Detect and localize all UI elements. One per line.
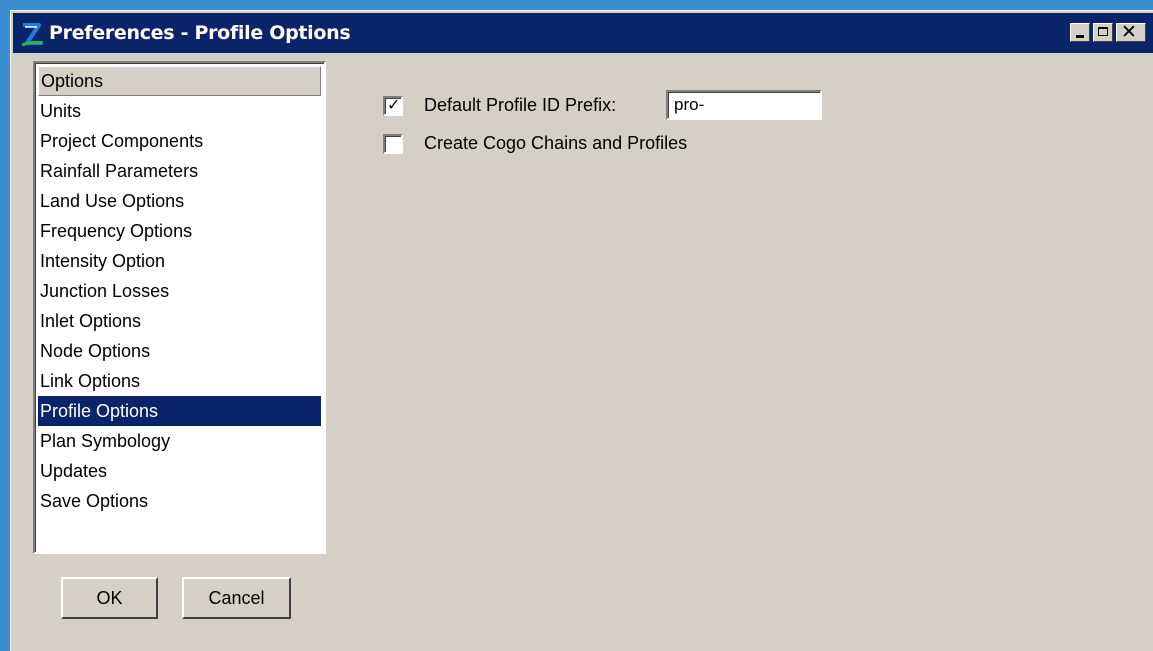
- default-prefix-label: Default Profile ID Prefix:: [424, 95, 617, 115]
- options-listbox[interactable]: Options Units Project Components Rainfall …: [33, 61, 326, 554]
- list-item-save-options[interactable]: Save Options: [38, 486, 321, 516]
- ok-button[interactable]: OK: [61, 577, 158, 619]
- list-item-link-options[interactable]: Link Options: [38, 366, 321, 396]
- create-cogo-checkbox[interactable]: [383, 134, 403, 154]
- list-item-units[interactable]: Units: [38, 96, 321, 126]
- list-item-plan-symbology[interactable]: Plan Symbology: [38, 426, 321, 456]
- list-item-frequency-options[interactable]: Frequency Options: [38, 216, 321, 246]
- preferences-window: Preferences - Profile Options ✕ Options …: [10, 10, 1153, 651]
- options-list-header[interactable]: Options: [38, 66, 321, 96]
- maximize-icon: [1098, 27, 1108, 36]
- minimize-icon: [1076, 35, 1084, 38]
- cancel-button[interactable]: Cancel: [182, 577, 291, 619]
- list-item-rainfall-parameters[interactable]: Rainfall Parameters: [38, 156, 321, 186]
- close-button[interactable]: ✕: [1116, 21, 1146, 43]
- list-item-intensity-option[interactable]: Intensity Option: [38, 246, 321, 276]
- list-item-junction-losses[interactable]: Junction Losses: [38, 276, 321, 306]
- list-item-project-components[interactable]: Project Components: [38, 126, 321, 156]
- default-prefix-checkbox[interactable]: ✓: [383, 95, 403, 116]
- list-item-inlet-options[interactable]: Inlet Options: [38, 306, 321, 336]
- create-cogo-label: Create Cogo Chains and Profiles: [424, 133, 688, 153]
- list-item-updates[interactable]: Updates: [38, 456, 321, 486]
- checkmark-icon: ✓: [387, 95, 401, 114]
- list-item-node-options[interactable]: Node Options: [38, 336, 321, 366]
- minimize-button[interactable]: [1070, 23, 1090, 42]
- app-logo-icon: [21, 23, 44, 47]
- default-prefix-input[interactable]: pro-: [666, 90, 822, 120]
- maximize-button[interactable]: [1093, 23, 1113, 42]
- list-item-land-use-options[interactable]: Land Use Options: [38, 186, 321, 216]
- list-item-profile-options[interactable]: Profile Options: [38, 396, 321, 426]
- title-bar[interactable]: Preferences - Profile Options ✕: [13, 13, 1153, 53]
- close-icon: ✕: [1121, 21, 1137, 43]
- options-list-items: Units Project Components Rainfall Paramete…: [38, 96, 321, 516]
- window-title: Preferences - Profile Options: [49, 22, 351, 44]
